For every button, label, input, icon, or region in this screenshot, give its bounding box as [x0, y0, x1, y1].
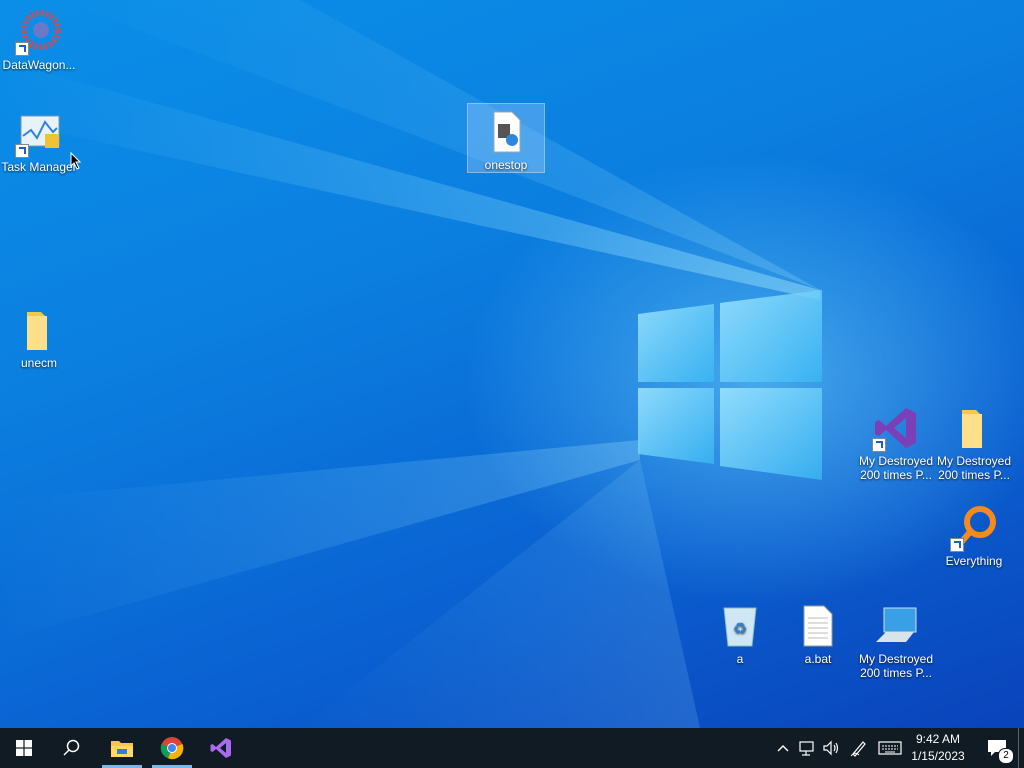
task-manager-icon [15, 110, 63, 158]
volume-icon [823, 740, 839, 756]
media-file-icon [482, 108, 530, 156]
shortcut-arrow-icon [15, 144, 29, 158]
desktop-icon-label: My Destroyed 200 times P... [858, 652, 934, 680]
start-button[interactable] [0, 728, 48, 768]
search-button[interactable] [48, 728, 96, 768]
volume-button[interactable] [820, 728, 842, 768]
desktop-icon-datawagon[interactable]: DataWagon... [1, 4, 77, 72]
taskbar-file-explorer[interactable] [98, 728, 146, 768]
taskbar-chrome[interactable] [148, 728, 196, 768]
pen-workspace-button[interactable] [848, 728, 870, 768]
file-explorer-icon [111, 741, 133, 757]
windows-logo-wallpaper [638, 290, 822, 480]
desktop-icon-task-manager[interactable]: Task Manager [1, 106, 77, 174]
desktop-icon-label: DataWagon... [2, 58, 76, 72]
visual-studio-icon [872, 404, 920, 452]
clock-date: 1/15/2023 [911, 749, 965, 763]
svg-text:♻: ♻ [733, 619, 747, 638]
chrome-icon [160, 737, 184, 760]
network-icon [799, 741, 814, 756]
clock-time: 9:42 AM [915, 732, 961, 746]
desktop-icon-vs-project[interactable]: My Destroyed 200 times P... [858, 400, 934, 482]
desktop-icon-onestop[interactable]: onestop [467, 103, 545, 173]
keyboard-icon [878, 741, 902, 755]
shortcut-arrow-icon [950, 538, 964, 552]
gear-app-icon [15, 8, 63, 56]
mouse-cursor-icon [70, 152, 82, 170]
folder-icon [15, 306, 63, 354]
desktop-icon-label: a [736, 652, 744, 666]
desktop-icon-label: onestop [484, 158, 528, 172]
everything-search-icon [950, 504, 998, 552]
desktop-icon-label: My Destroyed 200 times P... [936, 454, 1012, 482]
show-hidden-icons-button[interactable] [774, 728, 792, 768]
notification-count-badge: 2 [998, 748, 1014, 764]
desktop-icon-a-bat[interactable]: a.bat [780, 598, 856, 666]
shortcut-arrow-icon [872, 438, 886, 452]
desktop-icon-computer[interactable]: My Destroyed 200 times P... [858, 598, 934, 680]
chevron-up-icon [777, 745, 789, 752]
taskbar-clock[interactable]: 9:42 AM 1/15/2023 [900, 731, 976, 765]
desktop-icon-label: Everything [945, 554, 1003, 568]
taskbar-visual-studio[interactable] [197, 728, 245, 768]
desktop-icon-recycle-bin[interactable]: ♻ a [702, 598, 778, 666]
show-desktop-button[interactable] [1018, 728, 1024, 768]
desktop-icon-project-folder[interactable]: My Destroyed 200 times P... [936, 400, 1012, 482]
text-file-icon [794, 602, 842, 650]
desktop-icon-unecm[interactable]: unecm [1, 302, 77, 370]
desktop-icon-label: My Destroyed 200 times P... [858, 454, 934, 482]
action-center-button[interactable]: 2 [980, 728, 1014, 768]
recycle-bin-icon: ♻ [716, 602, 764, 650]
desktop-icon-everything[interactable]: Everything [936, 500, 1012, 568]
desktop-icon-label: Task Manager [1, 160, 77, 174]
taskbar: 9:42 AM 1/15/2023 2 [0, 728, 1024, 768]
desktop-icon-label: unecm [20, 356, 58, 370]
pen-icon [850, 741, 866, 757]
folder-icon [950, 404, 998, 452]
computer-icon [872, 602, 920, 650]
desktop-icon-label: a.bat [804, 652, 832, 666]
search-icon [63, 739, 80, 756]
shortcut-arrow-icon [15, 42, 29, 56]
network-button[interactable] [796, 728, 818, 768]
visual-studio-icon [210, 738, 231, 758]
start-icon [16, 740, 32, 756]
